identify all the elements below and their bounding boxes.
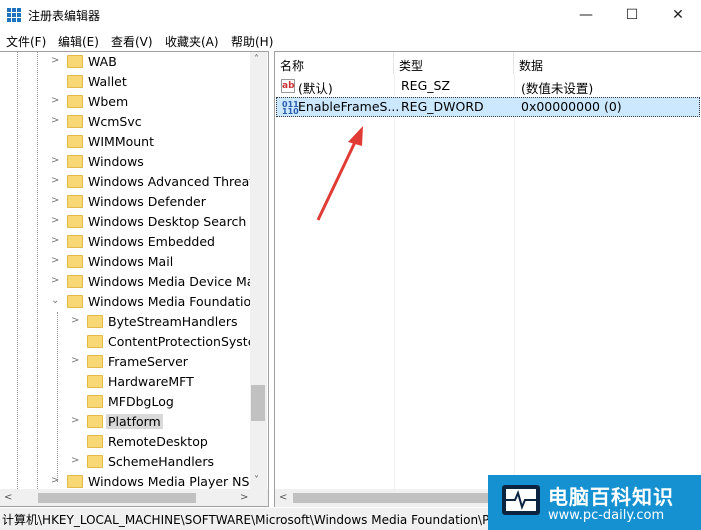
arrow-shaft bbox=[316, 139, 358, 221]
watermark-logo: 电脑百科知识 www.pc-daily.com bbox=[488, 475, 701, 530]
registry-path: 计算机\HKEY_LOCAL_MACHINE\SOFTWARE\Microsof… bbox=[2, 513, 533, 527]
monitor-pulse-icon bbox=[502, 485, 540, 515]
arrow-head bbox=[348, 126, 363, 146]
watermark-url: www.pc-daily.com bbox=[548, 508, 665, 523]
annotation-arrow bbox=[316, 126, 363, 221]
watermark-title: 电脑百科知识 bbox=[548, 485, 674, 509]
